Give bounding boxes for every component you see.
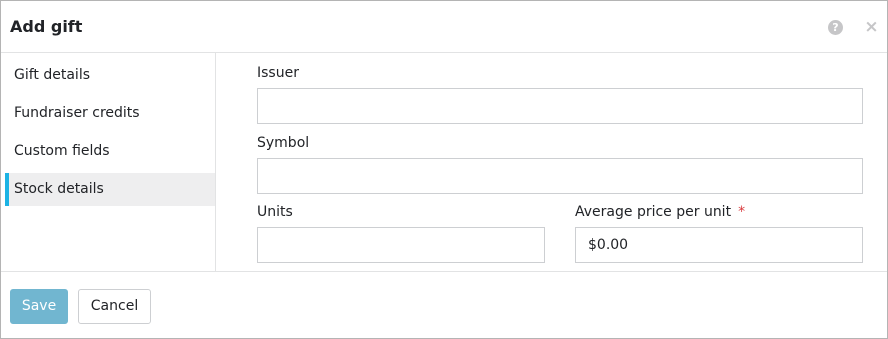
add-gift-modal: Add gift ? × Gift details Fundraiser cre… <box>0 0 888 339</box>
required-indicator: * <box>738 204 746 220</box>
sidebar-item-stock-details[interactable]: Stock details <box>5 173 215 206</box>
modal-header: Add gift ? × <box>1 1 887 53</box>
stock-details-form: Issuer Symbol Units Average price per un… <box>217 53 887 272</box>
average-price-label-text: Average price per unit <box>575 204 732 220</box>
sidebar-item-fundraiser-credits[interactable]: Fundraiser credits <box>5 97 215 130</box>
sidebar-item-gift-details[interactable]: Gift details <box>5 59 215 92</box>
cancel-button[interactable]: Cancel <box>78 289 151 324</box>
sidebar-item-custom-fields[interactable]: Custom fields <box>5 135 215 168</box>
units-label: Units <box>257 204 293 220</box>
modal-footer: Save Cancel <box>1 273 887 338</box>
issuer-label: Issuer <box>257 65 299 81</box>
symbol-label: Symbol <box>257 135 310 151</box>
help-icon[interactable]: ? <box>828 20 843 35</box>
modal-body: Gift details Fundraiser credits Custom f… <box>1 53 887 272</box>
issuer-input[interactable] <box>257 88 863 124</box>
sidebar-nav: Gift details Fundraiser credits Custom f… <box>1 53 216 272</box>
average-price-label: Average price per unit * <box>575 204 745 220</box>
save-button[interactable]: Save <box>10 289 68 324</box>
units-input[interactable] <box>257 227 545 263</box>
symbol-input[interactable] <box>257 158 863 194</box>
average-price-input[interactable] <box>575 227 863 263</box>
modal-title: Add gift <box>10 17 83 36</box>
close-icon[interactable]: × <box>864 18 879 36</box>
